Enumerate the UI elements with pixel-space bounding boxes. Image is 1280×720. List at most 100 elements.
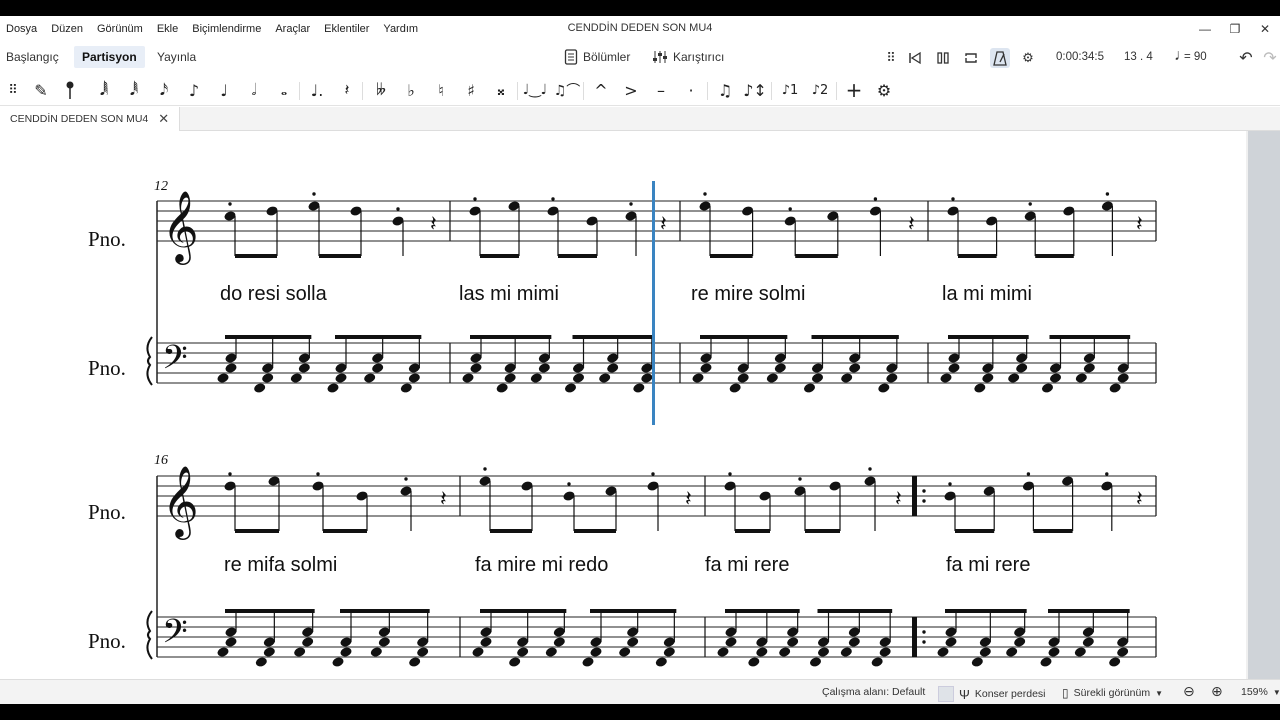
concert-pitch-toggle[interactable]: Ψ Konser perdesi <box>938 686 1046 702</box>
eighth-note-icon[interactable]: ♪ <box>181 77 207 103</box>
staccato-dot <box>922 489 926 493</box>
menu-add[interactable]: Ekle <box>150 23 185 35</box>
loop-icon[interactable] <box>961 48 981 68</box>
status-bar: Çalışma alanı: Default Ψ Konser perdesi … <box>0 679 1280 704</box>
bass-note <box>655 657 667 667</box>
slur-icon[interactable]: ♫⌒ <box>554 77 581 103</box>
document-tab[interactable]: CENDDİN DEDEN SON MU4 ✕ <box>0 107 181 131</box>
toolbar-grip-icon[interactable]: ⠿ <box>0 77 26 103</box>
mixer-button[interactable]: Karıştırıcı <box>652 46 724 68</box>
sharp-icon[interactable]: ♯ <box>458 77 484 103</box>
menu-file[interactable]: Dosya <box>0 23 44 35</box>
voice-1-icon[interactable]: ♪1 <box>777 77 803 103</box>
concert-pitch-checkbox[interactable] <box>938 686 954 702</box>
view-mode-dropdown[interactable]: ▯ Sürekli görünüm ▼ <box>1062 686 1163 700</box>
lyric-line[interactable]: re mire solmi <box>691 283 805 306</box>
lyric-line[interactable]: re mifa solmi <box>224 554 337 577</box>
tuplet-icon[interactable]: ♫ <box>712 77 738 103</box>
bass-chord-note <box>225 363 237 373</box>
measure-number: 12 <box>154 179 168 194</box>
tenuto-icon[interactable]: – <box>648 77 674 103</box>
staccato-dot <box>868 467 872 471</box>
rest-icon[interactable]: 𝄽 <box>334 77 360 103</box>
customize-toolbar-gear-icon[interactable]: ⚙ <box>871 77 897 103</box>
lyric-line[interactable]: la mi mimi <box>942 283 1032 306</box>
bass-chord-note <box>848 637 860 647</box>
tab-score[interactable]: Partisyon <box>74 46 145 68</box>
bass-note <box>217 373 229 383</box>
bass-chord-note <box>1082 637 1094 647</box>
redo-icon[interactable]: ↷ <box>1260 48 1280 68</box>
augmentation-dot-icon[interactable]: ♩. <box>304 77 330 103</box>
marcato-icon[interactable]: ^ <box>588 77 614 103</box>
staccato-dot <box>1026 472 1031 476</box>
staccato-dot <box>396 207 400 211</box>
zoom-out-icon[interactable]: ⊖ <box>1183 683 1195 700</box>
double-flat-icon[interactable]: 𝄫 <box>368 77 394 103</box>
staccato-icon[interactable]: · <box>678 77 704 103</box>
tie-icon[interactable]: ♩‿♩ <box>522 77 548 103</box>
metronome-icon[interactable] <box>990 48 1010 68</box>
workspace-selector[interactable]: Çalışma alanı: Default <box>822 686 925 698</box>
half-note-icon[interactable]: 𝅗𝅥 <box>241 77 267 103</box>
input-mode-pin-icon[interactable] <box>57 77 83 103</box>
32nd-note-icon[interactable]: 𝅘𝅥𝅱 <box>121 77 147 103</box>
drag-handle-icon[interactable]: ⠿ <box>881 48 901 68</box>
minimize-button[interactable]: — <box>1190 16 1220 42</box>
bass-chord-note <box>1050 373 1061 383</box>
rest-icon: 𝄽 <box>660 212 667 237</box>
staccato-dot <box>404 477 408 481</box>
bass-note <box>582 657 594 667</box>
note-input-pencil-icon[interactable]: ✎ <box>28 77 54 103</box>
zoom-in-icon[interactable]: ⊕ <box>1211 683 1223 700</box>
menu-format[interactable]: Biçimlendirme <box>185 23 268 35</box>
undo-icon[interactable]: ↶ <box>1236 48 1256 68</box>
staccato-dot <box>483 467 487 471</box>
pause-icon[interactable] <box>933 48 953 68</box>
lyric-line[interactable]: do resi solla <box>220 283 327 306</box>
scrollbar-thumb[interactable] <box>1248 131 1280 679</box>
staccato-dot <box>629 202 633 206</box>
bass-chord-note <box>408 373 420 383</box>
flat-icon[interactable]: ♭ <box>398 77 424 103</box>
quarter-note-input-icon[interactable]: ♩ <box>211 77 237 103</box>
staccato-dot <box>651 472 655 476</box>
natural-icon[interactable]: ♮ <box>428 77 454 103</box>
staccato-dot <box>1105 192 1110 196</box>
bass-chord-note <box>1117 647 1129 657</box>
menu-edit[interactable]: Düzen <box>44 23 90 35</box>
restore-button[interactable]: ❐ <box>1220 16 1250 42</box>
bass-chord-note <box>480 637 492 647</box>
flip-direction-icon[interactable]: ♪↕ <box>742 77 768 103</box>
tab-home[interactable]: Başlangıç <box>6 46 59 68</box>
window-controls: — ❐ ✕ <box>1190 16 1280 42</box>
lyric-line[interactable]: fa mire mi redo <box>475 554 608 577</box>
playback-settings-gear-icon[interactable]: ⚙ <box>1018 48 1038 68</box>
close-tab-icon[interactable]: ✕ <box>158 111 169 127</box>
whole-note-icon[interactable]: 𝅝 <box>271 77 297 103</box>
lyric-line[interactable]: las mi mimi <box>459 283 559 306</box>
page-view-icon: ▯ <box>1062 686 1069 700</box>
menu-view[interactable]: Görünüm <box>90 23 150 35</box>
bass-chord-note <box>1083 363 1095 373</box>
accent-icon[interactable]: > <box>618 77 644 103</box>
add-icon[interactable]: + <box>841 77 867 103</box>
double-sharp-icon[interactable]: 𝄪 <box>488 77 514 103</box>
close-window-button[interactable]: ✕ <box>1250 16 1280 42</box>
parts-button[interactable]: Bölümler <box>564 46 630 68</box>
score-canvas[interactable]: 𝄞 𝄢 𝄽 𝄽 𝄽 𝄽 𝄞 𝄢 𝄽 𝄽 𝄽 𝄽 12 16 Pno. Pno. Pno. Pno. d… <box>0 131 1246 679</box>
lyric-line[interactable]: fa mi rere <box>705 554 789 577</box>
voice-2-icon[interactable]: ♪2 <box>807 77 833 103</box>
menu-help[interactable]: Yardım <box>376 23 425 35</box>
tab-publish[interactable]: Yayınla <box>157 46 196 68</box>
rewind-icon[interactable] <box>905 48 925 68</box>
64th-note-icon[interactable]: 𝅘𝅥𝅲 <box>91 77 117 103</box>
zoom-level[interactable]: 159% ▼ <box>1241 686 1280 698</box>
lyric-line[interactable]: fa mi rere <box>946 554 1030 577</box>
tempo-readout: = 90 <box>1184 51 1207 63</box>
16th-note-icon[interactable]: 𝅘𝅥𝅯 <box>151 77 177 103</box>
staccato-dot <box>922 499 926 503</box>
menu-plugins[interactable]: Eklentiler <box>317 23 376 35</box>
menu-tools[interactable]: Araçlar <box>268 23 317 35</box>
bass-chord-note <box>298 363 310 373</box>
